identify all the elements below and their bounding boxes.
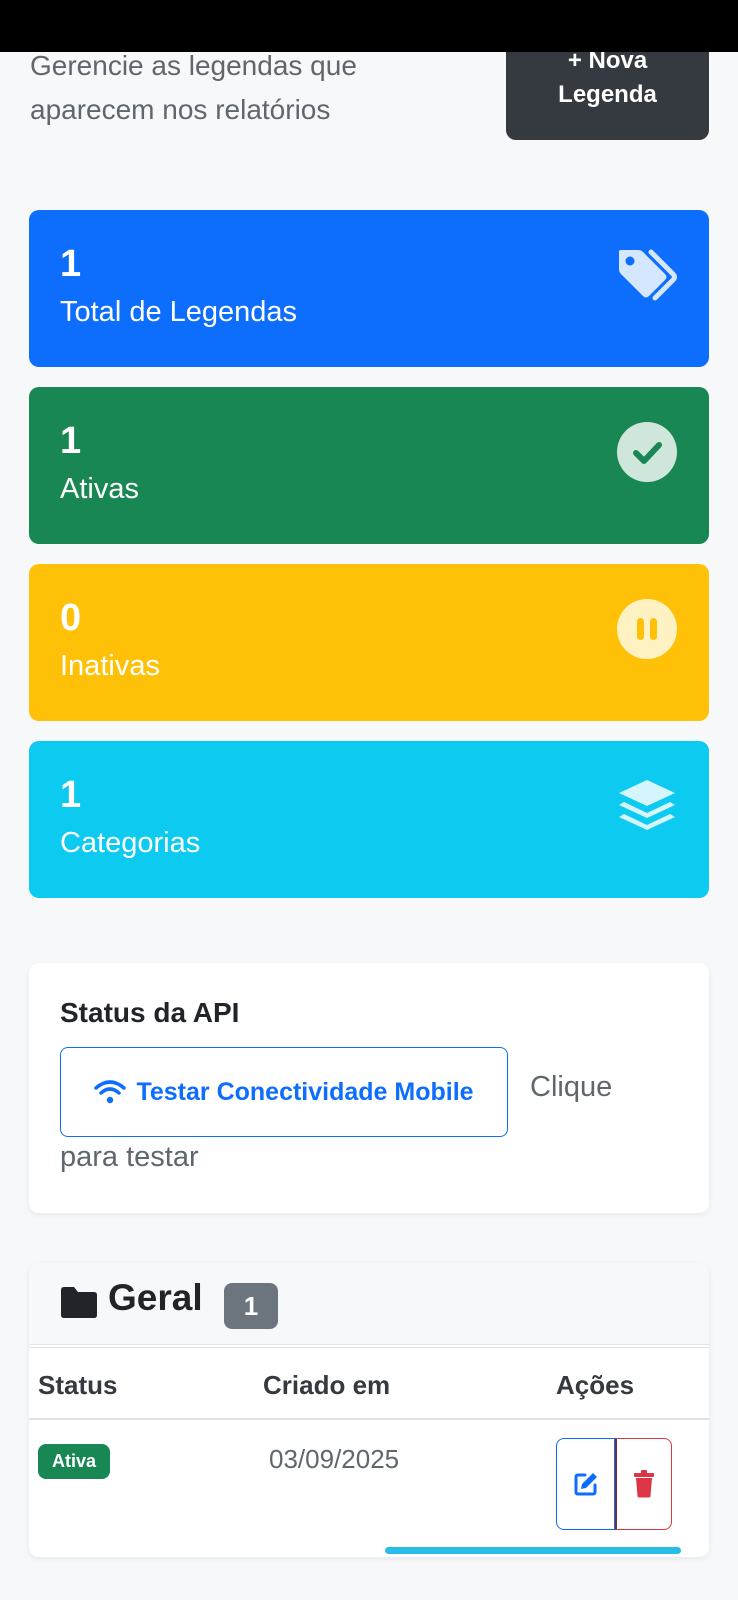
folder-icon [61,1287,97,1318]
system-status-bar [0,0,738,52]
stat-card-total: 1 Total de Legendas [29,210,709,367]
status-badge: Ativa [38,1444,110,1479]
stat-value: 1 [60,243,82,285]
table-header: Status Criado em Ações [29,1347,709,1420]
group-title: Geral [108,1277,203,1318]
column-header-actions: Ações [556,1370,635,1400]
stat-label: Total de Legendas [60,296,298,328]
stat-label: Categorias [60,827,201,859]
stat-value: 1 [60,774,82,816]
row-actions [556,1438,672,1530]
pause-circle-icon [617,599,677,659]
api-status-card: Status da API Testar Conectividade Mobil… [29,963,709,1213]
tags-icon [619,249,677,301]
column-header-status: Status [38,1370,118,1400]
column-header-created: Criado em [263,1370,391,1400]
wifi-icon [94,1080,127,1104]
api-status-title: Status da API [60,997,240,1028]
stat-label: Inativas [60,650,160,682]
stat-card-inactive: 0 Inativas [29,564,709,721]
api-hint-text: Clique [530,1071,613,1103]
stat-value: 0 [60,597,82,639]
horizontal-scrollbar[interactable] [385,1547,681,1554]
check-circle-icon [617,422,677,482]
edit-button[interactable] [556,1438,615,1530]
created-date: 03/09/2025 [269,1444,400,1474]
page-subtitle: Gerencie as legendas que aparecem nos re… [30,50,357,125]
stat-label: Ativas [60,473,139,505]
edit-icon [574,1473,597,1496]
test-connectivity-button[interactable]: Testar Conectividade Mobile [60,1047,508,1137]
delete-button[interactable] [615,1438,672,1530]
group-header: Geral 1 [29,1263,709,1345]
trash-icon [634,1470,654,1498]
group-count-badge: 1 [224,1283,278,1329]
stat-card-categories: 1 Categorias [29,741,709,898]
stat-value: 1 [60,420,82,462]
legend-group-card: Geral 1 Status Criado em Ações Ativa 03/… [29,1263,709,1557]
test-connectivity-label: Testar Conectividade Mobile [136,1077,474,1106]
layers-icon [619,780,675,830]
table-row: Ativa 03/09/2025 [29,1420,709,1548]
stat-card-active: 1 Ativas [29,387,709,544]
api-hint-text-continued: para testar [60,1141,199,1173]
new-legend-label-line2: Legenda [558,81,657,108]
